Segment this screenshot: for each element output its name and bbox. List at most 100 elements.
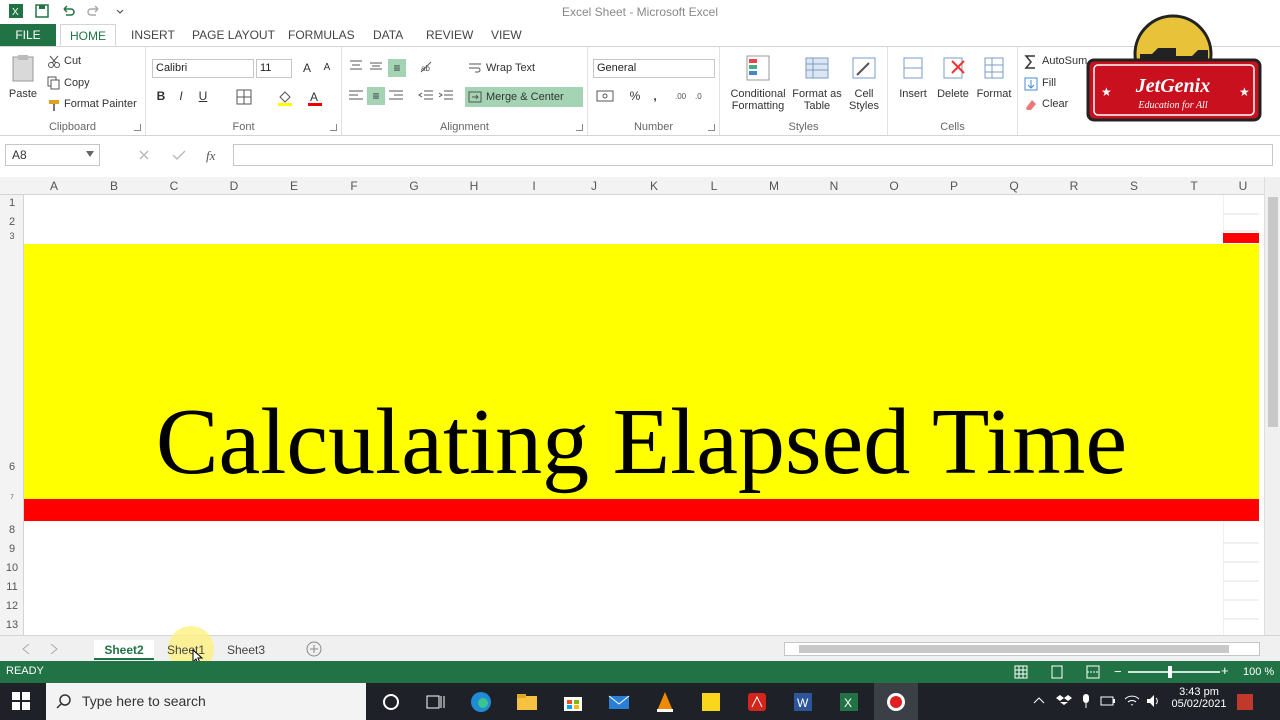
page-break-view-icon[interactable] <box>1086 665 1100 679</box>
fill-color-icon[interactable] <box>276 89 294 107</box>
align-right-icon[interactable] <box>388 89 404 103</box>
column-header[interactable]: A <box>24 179 84 193</box>
row-header[interactable]: 7 <box>0 495 24 503</box>
formula-input[interactable] <box>233 144 1273 166</box>
column-header[interactable]: C <box>144 179 204 193</box>
row-header[interactable]: 11 <box>0 581 24 599</box>
cancel-entry-icon[interactable] <box>138 149 150 161</box>
font-size-select[interactable]: 11 <box>256 59 292 78</box>
sticky-notes-icon[interactable] <box>700 691 722 713</box>
wifi-icon[interactable] <box>1124 693 1140 709</box>
column-header[interactable]: E <box>264 179 324 193</box>
delete-cells-button[interactable]: Delete <box>934 53 972 100</box>
taskbar-search-box[interactable]: Type here to search <box>46 683 366 720</box>
sheet-tab-sheet1[interactable]: Sheet1 <box>156 640 216 660</box>
row-header[interactable]: 10 <box>0 562 24 580</box>
task-view-icon[interactable] <box>424 691 446 713</box>
tab-data[interactable]: DATA <box>373 24 403 46</box>
mail-icon[interactable] <box>608 691 630 713</box>
tab-view[interactable]: VIEW <box>491 24 522 46</box>
column-header[interactable]: H <box>444 179 504 193</box>
currency-icon[interactable] <box>596 89 614 103</box>
prev-sheet-icon[interactable] <box>22 644 30 654</box>
cortana-icon[interactable] <box>380 691 402 713</box>
paste-button[interactable]: Paste <box>6 53 40 100</box>
decrease-decimal-icon[interactable]: .0 <box>694 89 712 103</box>
dropbox-icon[interactable] <box>1056 693 1072 709</box>
number-format-select[interactable]: General <box>593 59 715 78</box>
page-layout-view-icon[interactable] <box>1050 665 1064 679</box>
tab-file[interactable]: FILE <box>0 24 56 46</box>
font-launcher[interactable] <box>330 124 337 131</box>
column-header[interactable]: M <box>744 179 804 193</box>
zoom-slider-thumb[interactable] <box>1168 666 1172 678</box>
bold-button[interactable]: B <box>152 87 170 105</box>
increase-decimal-icon[interactable]: .00 <box>674 89 692 103</box>
font-name-select[interactable]: Calibri <box>152 59 254 78</box>
percent-button[interactable]: % <box>626 87 644 105</box>
cell-styles-button[interactable]: Cell Styles <box>844 53 884 112</box>
tab-page-layout[interactable]: PAGE LAYOUT <box>192 24 275 46</box>
cut-button[interactable]: Cut <box>64 55 81 67</box>
zoom-out-button[interactable]: − <box>1114 664 1122 679</box>
align-left-icon[interactable] <box>348 89 364 103</box>
edge-browser-icon[interactable] <box>470 691 492 713</box>
vlc-icon[interactable] <box>654 691 676 713</box>
comma-style-button[interactable]: , <box>646 87 664 105</box>
battery-icon[interactable] <box>1100 693 1116 709</box>
wrap-text-button[interactable]: Wrap Text <box>486 62 535 74</box>
row-header[interactable]: 8 <box>0 524 24 542</box>
acrobat-icon[interactable] <box>746 691 768 713</box>
tab-review[interactable]: REVIEW <box>426 24 473 46</box>
worksheet-grid[interactable]: A B C D E F G H I J K L M N O P Q R S T … <box>0 177 1264 635</box>
format-painter-button[interactable]: Format Painter <box>64 98 137 110</box>
tab-insert[interactable]: INSERT <box>131 24 175 46</box>
increase-font-icon[interactable]: A <box>298 59 316 77</box>
name-box-dropdown-icon[interactable] <box>86 151 94 157</box>
column-header[interactable]: O <box>864 179 924 193</box>
screen-recorder-icon[interactable] <box>885 691 907 713</box>
font-color-icon[interactable]: A <box>306 89 324 107</box>
row-header[interactable]: 12 <box>0 600 24 618</box>
sheet-tab-sheet2[interactable]: Sheet2 <box>94 640 154 660</box>
column-header[interactable]: S <box>1104 179 1164 193</box>
zoom-in-button[interactable]: + <box>1221 663 1229 678</box>
merge-center-button[interactable]: Merge & Center <box>465 87 583 107</box>
tray-expand-icon[interactable] <box>1032 694 1046 708</box>
column-header[interactable]: T <box>1164 179 1224 193</box>
word-icon[interactable]: W <box>792 691 814 713</box>
copy-button[interactable]: Copy <box>64 77 90 89</box>
column-header[interactable]: P <box>924 179 984 193</box>
tab-formulas[interactable]: FORMULAS <box>288 24 355 46</box>
middle-align-icon[interactable] <box>368 59 384 73</box>
format-cells-button[interactable]: Format <box>974 53 1014 100</box>
microphone-icon[interactable] <box>1080 693 1092 709</box>
column-header[interactable]: R <box>1044 179 1104 193</box>
row-header[interactable]: 3 <box>0 231 24 243</box>
clipboard-launcher[interactable] <box>134 124 141 131</box>
volume-icon[interactable] <box>1146 693 1162 709</box>
confirm-entry-icon[interactable] <box>172 149 186 161</box>
fill-button[interactable]: Fill <box>1042 77 1056 89</box>
row-header[interactable]: 6 <box>0 461 24 479</box>
bottom-align-icon[interactable]: ≡ <box>388 59 406 77</box>
zoom-level[interactable]: 100 % <box>1243 666 1274 678</box>
insert-cells-button[interactable]: Insert <box>894 53 932 100</box>
windows-start-icon[interactable] <box>12 692 30 710</box>
increase-indent-icon[interactable] <box>438 89 454 103</box>
borders-icon[interactable] <box>236 89 252 105</box>
taskbar-clock[interactable]: 3:43 pm 05/02/2021 <box>1168 686 1230 710</box>
column-header[interactable]: Q <box>984 179 1044 193</box>
top-align-icon[interactable] <box>348 59 364 73</box>
decrease-indent-icon[interactable] <box>418 89 434 103</box>
vertical-scroll-thumb[interactable] <box>1268 197 1278 427</box>
notifications-icon[interactable] <box>1236 693 1254 711</box>
column-header[interactable]: G <box>384 179 444 193</box>
underline-button[interactable]: U <box>194 87 212 105</box>
autosum-button[interactable]: AutoSum <box>1042 55 1087 67</box>
number-launcher[interactable] <box>708 124 715 131</box>
alignment-launcher[interactable] <box>576 124 583 131</box>
row-header[interactable]: 13 <box>0 619 24 635</box>
horizontal-scrollbar[interactable] <box>784 642 1260 656</box>
store-icon[interactable] <box>562 691 584 713</box>
